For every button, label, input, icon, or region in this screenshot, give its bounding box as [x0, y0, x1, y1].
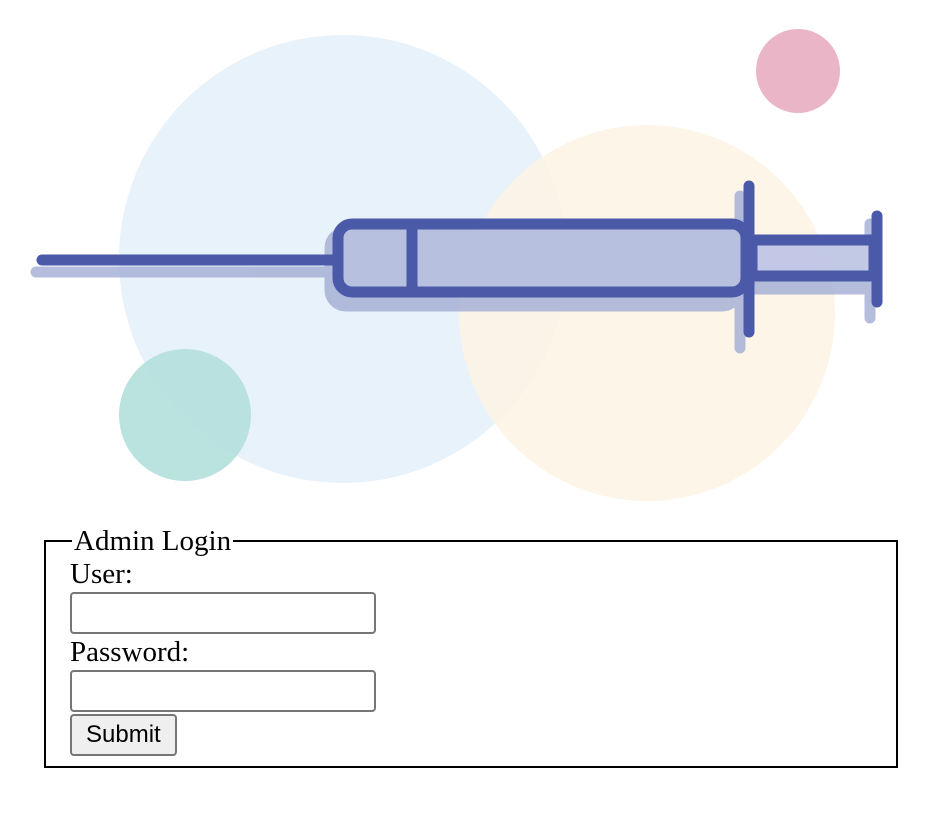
form-legend: Admin Login	[74, 525, 232, 557]
user-label: User:	[70, 558, 133, 590]
password-input[interactable]	[70, 670, 376, 712]
user-input[interactable]	[70, 592, 376, 634]
page: Admin Login User: Password: Submit	[0, 0, 936, 818]
hero-illustration	[0, 0, 936, 510]
yellow-circle	[459, 125, 835, 501]
pink-circle	[756, 29, 840, 113]
syringe-illustration	[30, 29, 883, 501]
admin-login-form: Admin Login User: Password: Submit	[44, 526, 898, 768]
submit-button[interactable]: Submit	[70, 714, 177, 756]
password-label: Password:	[70, 636, 190, 668]
teal-circle	[119, 349, 251, 481]
